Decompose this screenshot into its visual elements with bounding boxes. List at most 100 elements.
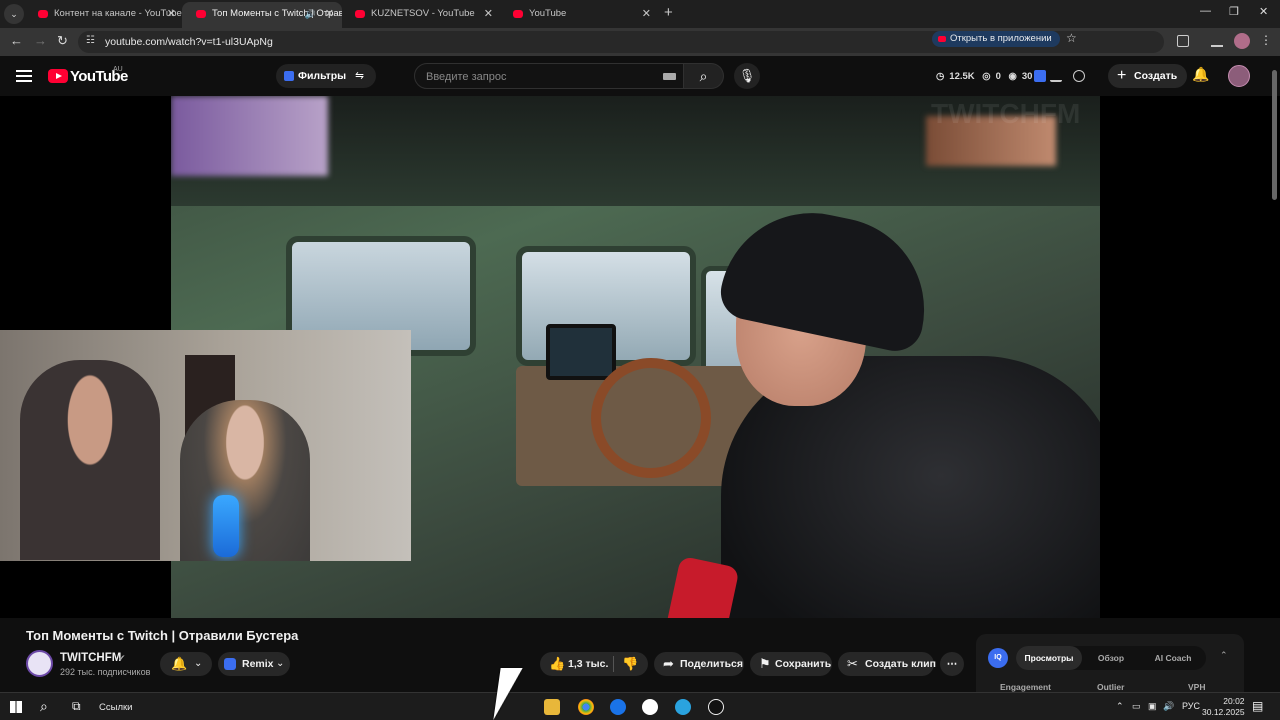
dislike-icon[interactable]: 👎	[622, 652, 638, 676]
extensions-icon[interactable]	[1177, 35, 1189, 47]
search-box[interactable]: Введите запрос	[414, 63, 684, 89]
input-language[interactable]: РУС	[1182, 701, 1200, 711]
close-tab-icon[interactable]: ✕	[325, 2, 334, 26]
create-label: Создать	[1134, 70, 1178, 82]
user-avatar[interactable]	[1228, 65, 1250, 87]
more-actions-button[interactable]: ⋯	[940, 652, 964, 676]
tray-volume-icon[interactable]: 🔊	[1163, 701, 1174, 712]
remix-button[interactable]: Remix ⌄	[218, 652, 290, 676]
subscribed-bell-button[interactable]: 🔔 ⌄	[160, 652, 212, 676]
youtube-logo-icon[interactable]	[48, 69, 68, 83]
close-tab-icon[interactable]: ✕	[484, 2, 493, 26]
url-text[interactable]: youtube.com/watch?v=t1-ul3UApNg	[105, 36, 273, 48]
youtube-favicon-icon	[196, 10, 206, 18]
chrome-icon[interactable]	[578, 699, 594, 715]
close-tab-icon[interactable]: ✕	[167, 2, 176, 26]
blurred-overlay	[171, 96, 328, 176]
extension-iq-icon	[284, 71, 294, 81]
restore-icon[interactable]: ❐	[1229, 5, 1239, 18]
save-button[interactable]: ⚑ Сохранить	[750, 652, 832, 676]
file-explorer-icon[interactable]	[544, 699, 560, 715]
youtube-app-icon	[938, 36, 946, 42]
tab-overview[interactable]: Обзор	[1082, 646, 1140, 670]
new-tab-icon[interactable]: +	[664, 4, 673, 21]
youtube-favicon-icon	[513, 10, 523, 18]
like-dislike-group: 👍 1,3 тыс. 👎	[540, 652, 648, 676]
clock-icon: ◷	[936, 71, 945, 82]
bookmark-icon: ⚑	[759, 656, 771, 671]
tab-youtube[interactable]: YouTube ✕	[499, 2, 659, 28]
channel-name[interactable]: TWITCHFM	[60, 652, 121, 664]
stat-a: 0	[995, 71, 1001, 82]
tab-ai-coach[interactable]: AI Coach	[1140, 646, 1206, 670]
filters-button[interactable]: Фильтры ⇋	[276, 64, 376, 88]
sort-lines-icon[interactable]	[1050, 70, 1062, 82]
trophy-icon[interactable]	[1073, 70, 1085, 82]
reading-list-icon[interactable]	[1211, 35, 1223, 47]
keyboard-icon[interactable]	[663, 73, 676, 80]
browser-toolbar: ← → ↻ ☷ youtube.com/watch?v=t1-ul3UApNg …	[0, 28, 1280, 56]
links-toolbar[interactable]: Ссылки	[99, 702, 132, 713]
site-info-icon[interactable]: ☷	[86, 35, 95, 46]
page-scrollbar[interactable]	[1270, 70, 1278, 690]
browser-menu-icon[interactable]: ⋮	[1260, 33, 1272, 47]
audio-playing-icon[interactable]: 🔊	[305, 2, 316, 26]
share-button[interactable]: ➦ Поделиться	[654, 652, 744, 676]
tab-search-chevron-icon[interactable]: ⌄	[4, 4, 24, 24]
extension-iq-icon[interactable]	[1034, 70, 1046, 82]
channel-avatar[interactable]	[26, 650, 53, 677]
scene-person	[621, 196, 1100, 618]
more-dots-icon: ⋯	[946, 658, 958, 670]
webcam-person	[20, 360, 160, 560]
like-count[interactable]: 1,3 тыс.	[568, 652, 608, 676]
close-window-icon[interactable]: ✕	[1259, 5, 1268, 18]
bookmark-star-icon[interactable]: ☆	[1066, 31, 1077, 45]
tab-title: YouTube	[529, 8, 567, 19]
tab-kuznetsov[interactable]: KUZNETSOV - YouTube ✕	[341, 2, 501, 28]
create-button[interactable]: + Создать	[1108, 64, 1188, 88]
yandex-browser-icon[interactable]	[642, 699, 658, 715]
analytics-tabs: Просмотры Обзор AI Coach	[1016, 646, 1206, 670]
collapse-chevron-icon[interactable]: ⌃	[1220, 650, 1228, 661]
voice-search-icon[interactable]: 🎙	[734, 63, 760, 89]
windows-start-icon[interactable]	[10, 701, 22, 713]
clip-button[interactable]: ✂ Создать клип	[838, 652, 936, 676]
telegram-icon[interactable]	[675, 699, 691, 715]
like-icon[interactable]: 👍	[549, 652, 565, 676]
back-icon[interactable]: ←	[10, 33, 23, 48]
task-view-icon[interactable]: ⧉	[72, 699, 81, 714]
obs-icon[interactable]	[708, 699, 724, 715]
tray-network-icon[interactable]: ▣	[1148, 701, 1157, 712]
search-button[interactable]: ⌕	[684, 63, 724, 89]
tray-battery-icon[interactable]: ▭	[1132, 701, 1141, 712]
column-engagement: Engagement	[1000, 682, 1052, 692]
menu-hamburger-icon[interactable]	[16, 70, 32, 82]
close-tab-icon[interactable]: ✕	[642, 2, 651, 26]
taskbar-search-icon[interactable]: ⌕	[40, 698, 48, 715]
browser-tab-bar: ⌄ Контент на канале - YouTube Studio ✕ Т…	[0, 0, 1280, 28]
tab-youtube-studio[interactable]: Контент на канале - YouTube Studio ✕	[24, 2, 184, 28]
extension-iq-logo: IQ	[988, 648, 1008, 668]
remix-label: Remix	[242, 658, 274, 670]
notifications-icon[interactable]: ▤	[1252, 699, 1263, 713]
search-input[interactable]: Введите запрос	[426, 71, 506, 83]
checkmark-app-icon[interactable]	[610, 699, 626, 715]
tab-current-video[interactable]: Топ Моменты с Twitch | Отравили Бустера …	[182, 2, 342, 28]
filters-label: Фильтры	[298, 70, 347, 82]
youtube-header: YouTube AU Фильтры ⇋ Введите запрос ⌕ 🎙 …	[0, 56, 1280, 96]
open-in-app-button[interactable]: Открыть в приложении	[932, 31, 1060, 47]
scene-screen	[546, 324, 616, 380]
minimize-icon[interactable]: —	[1200, 5, 1211, 17]
scrollbar-thumb[interactable]	[1272, 70, 1277, 200]
notifications-bell-icon[interactable]: 🔔	[1192, 66, 1209, 83]
video-player[interactable]: TWITCHFM	[0, 96, 1280, 618]
tray-chevron-icon[interactable]: ⌃	[1116, 701, 1124, 712]
youtube-favicon-icon	[355, 10, 365, 18]
forward-icon[interactable]: →	[34, 33, 47, 48]
tab-views[interactable]: Просмотры	[1016, 646, 1082, 670]
tune-icon: ⇋	[355, 70, 364, 82]
like-divider	[613, 656, 614, 672]
taskbar-clock[interactable]: 20:02 30.12.2025	[1202, 696, 1245, 718]
browser-profile-avatar[interactable]	[1234, 33, 1250, 49]
reload-icon[interactable]: ↻	[57, 33, 68, 49]
